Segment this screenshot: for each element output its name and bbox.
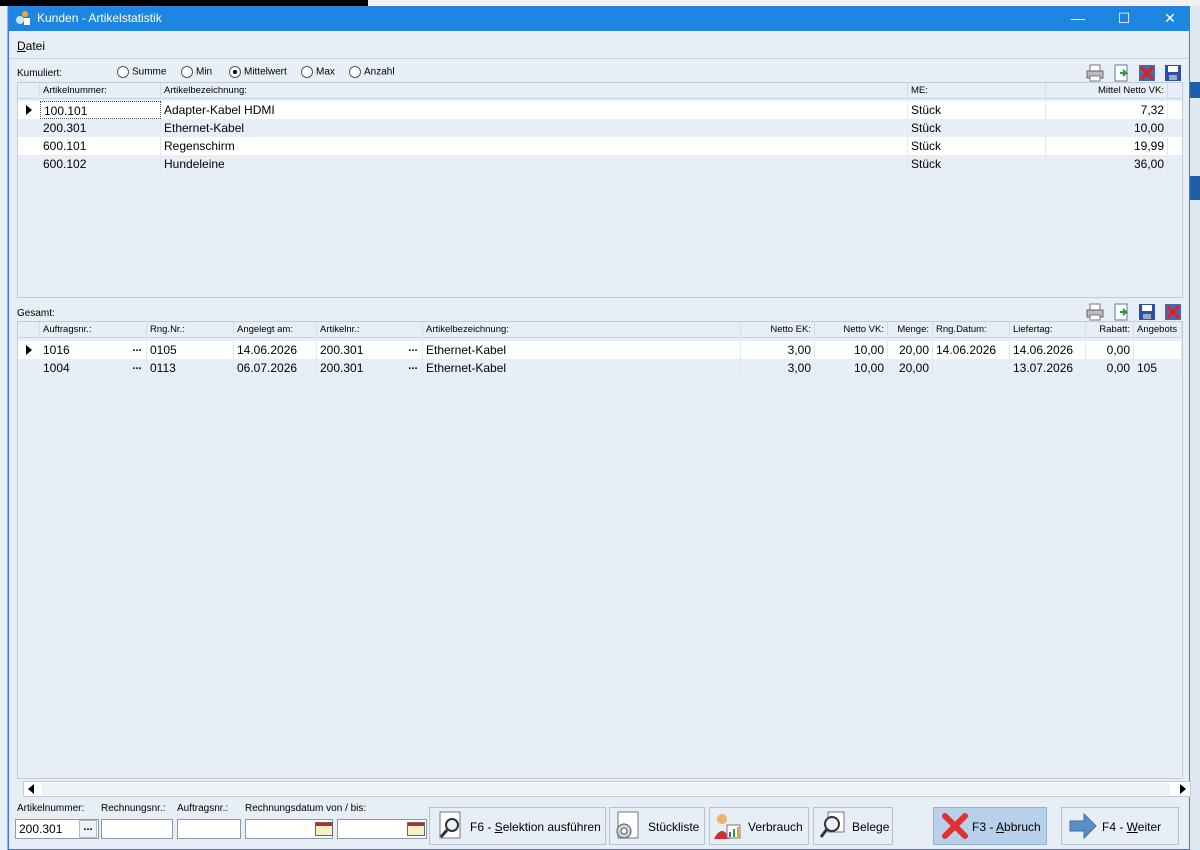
- col-angebots[interactable]: Angebots: [1134, 322, 1182, 338]
- col-netto-ek[interactable]: Netto EK:: [741, 322, 815, 338]
- export-icon[interactable]: [1111, 63, 1131, 83]
- filter-auftragsnr-label: Auftragsnr.:: [177, 803, 229, 814]
- table-row[interactable]: 100.101 Adapter-Kabel HDMI Stück 7,32: [18, 101, 1182, 119]
- title-bar[interactable]: Kunden - Artikelstatistik — ☐ ✕: [9, 7, 1189, 31]
- filter-datum-label: Rechnungsdatum von / bis:: [245, 803, 367, 814]
- radio-mittelwert[interactable]: Mittelwert: [229, 66, 287, 80]
- scroll-left-icon[interactable]: [28, 784, 34, 794]
- stueckliste-button[interactable]: Stückliste: [609, 807, 705, 845]
- filter-artikel-lookup-button[interactable]: ...: [79, 820, 97, 838]
- col-rng-datum[interactable]: Rng.Datum:: [933, 322, 1010, 338]
- col-netto-vk[interactable]: Netto VK:: [815, 322, 888, 338]
- col-auftragsnr[interactable]: Auftragsnr.:: [40, 322, 147, 338]
- lookup-auftrag-button[interactable]: ...: [129, 342, 145, 358]
- table-row[interactable]: 1016 ... 0105 14.06.2026 200.301 ... Eth…: [18, 341, 1182, 359]
- stueckliste-icon: [616, 811, 639, 839]
- table-row[interactable]: 200.301 Ethernet-Kabel Stück 10,00: [18, 119, 1182, 137]
- weiter-button[interactable]: F4 - Weiter: [1061, 807, 1179, 845]
- minimize-icon[interactable]: —: [1055, 7, 1101, 31]
- radio-min[interactable]: Min: [181, 66, 212, 80]
- col-menge[interactable]: Menge:: [888, 322, 933, 338]
- filter-rechnungsnr-input[interactable]: [101, 819, 173, 839]
- close-icon[interactable]: ✕: [1147, 7, 1193, 31]
- scrollbar-thumb[interactable]: [42, 783, 1170, 795]
- verbrauch-button[interactable]: Verbrauch: [709, 807, 809, 845]
- belege-detail-grid: Auftragsnr.: Rng.Nr.: Angelegt am: Artik…: [17, 321, 1183, 779]
- window-title: Kunden - Artikelstatistik: [37, 11, 162, 25]
- table-row[interactable]: 600.102 Hundeleine Stück 36,00: [18, 155, 1182, 173]
- verbrauch-chart-icon: [714, 814, 741, 839]
- filter-auftragsnr-input[interactable]: [177, 819, 241, 839]
- magnifier-icon: [819, 811, 845, 838]
- background-window-left: [0, 6, 8, 850]
- calendar-icon[interactable]: [407, 822, 425, 836]
- col-liefertag[interactable]: Liefertag:: [1010, 322, 1086, 338]
- menu-datei[interactable]: Datei: [17, 39, 45, 53]
- col-rabatt[interactable]: Rabatt:: [1086, 322, 1134, 338]
- save-icon[interactable]: [1163, 63, 1183, 83]
- artikel-summary-grid: Artikelnummer: Artikelbezeichnung: ME: M…: [17, 82, 1183, 298]
- lookup-artikel-button[interactable]: ...: [405, 360, 421, 376]
- horizontal-scrollbar[interactable]: [23, 781, 1191, 797]
- cancel-x-icon: [942, 813, 968, 839]
- grid-header: Auftragsnr.: Rng.Nr.: Angelegt am: Artik…: [18, 322, 1182, 338]
- selektion-ausfuehren-button[interactable]: F6 - Selektion ausführen: [429, 807, 606, 845]
- print-icon[interactable]: [1085, 302, 1105, 322]
- arrow-right-icon: [1069, 812, 1097, 840]
- filter-artikelnummer-label: Artikelnummer:: [17, 803, 85, 814]
- magnifier-icon: [439, 811, 461, 839]
- table-row[interactable]: 1004 ... 0113 06.07.2026 200.301 ... Eth…: [18, 359, 1182, 377]
- radio-max[interactable]: Max: [301, 66, 335, 80]
- col-rng-nr[interactable]: Rng.Nr.:: [147, 322, 234, 338]
- artikelstatistik-window: Kunden - Artikelstatistik — ☐ ✕ Datei Ku…: [8, 6, 1191, 850]
- export-icon[interactable]: [1111, 302, 1131, 322]
- maximize-icon[interactable]: ☐: [1101, 7, 1147, 31]
- gesamt-label: Gesamt:: [17, 308, 55, 319]
- belege-button[interactable]: Belege: [813, 807, 893, 845]
- print-icon[interactable]: [1085, 63, 1105, 83]
- col-artikelbezeichnung[interactable]: Artikelbezeichnung:: [423, 322, 741, 338]
- col-artikelbezeichnung[interactable]: Artikelbezeichnung:: [161, 83, 908, 99]
- delete-icon[interactable]: [1163, 302, 1183, 322]
- col-mittel-netto-vk[interactable]: Mittel Netto VK:: [1046, 83, 1168, 99]
- grid-header: Artikelnummer: Artikelbezeichnung: ME: M…: [18, 83, 1182, 99]
- table-row[interactable]: 600.101 Regenschirm Stück 19,99: [18, 137, 1182, 155]
- background-window-right: [1190, 6, 1200, 850]
- col-angelegt-am[interactable]: Angelegt am:: [234, 322, 317, 338]
- lookup-auftrag-button[interactable]: ...: [129, 360, 145, 376]
- col-artikelnummer[interactable]: Artikelnummer:: [40, 83, 161, 99]
- delete-icon[interactable]: [1137, 63, 1157, 83]
- kumuliert-label: Kumuliert:: [17, 68, 63, 79]
- filter-rechnungsnr-label: Rechnungsnr.:: [101, 803, 166, 814]
- abbruch-button[interactable]: F3 - Abbruch: [933, 807, 1047, 845]
- col-artikelnr[interactable]: Artikelnr.:: [317, 322, 423, 338]
- row-pointer-icon: [18, 341, 40, 359]
- save-icon[interactable]: [1137, 302, 1157, 322]
- app-icon: [16, 11, 30, 25]
- calendar-icon[interactable]: [315, 822, 333, 836]
- lookup-artikel-button[interactable]: ...: [405, 342, 421, 358]
- radio-anzahl[interactable]: Anzahl: [349, 66, 395, 80]
- menu-bar: Datei: [9, 31, 1189, 59]
- scroll-right-icon[interactable]: [1180, 784, 1186, 794]
- col-me[interactable]: ME:: [908, 83, 1046, 99]
- radio-summe[interactable]: Summe: [117, 66, 166, 80]
- row-pointer-icon: [18, 101, 40, 119]
